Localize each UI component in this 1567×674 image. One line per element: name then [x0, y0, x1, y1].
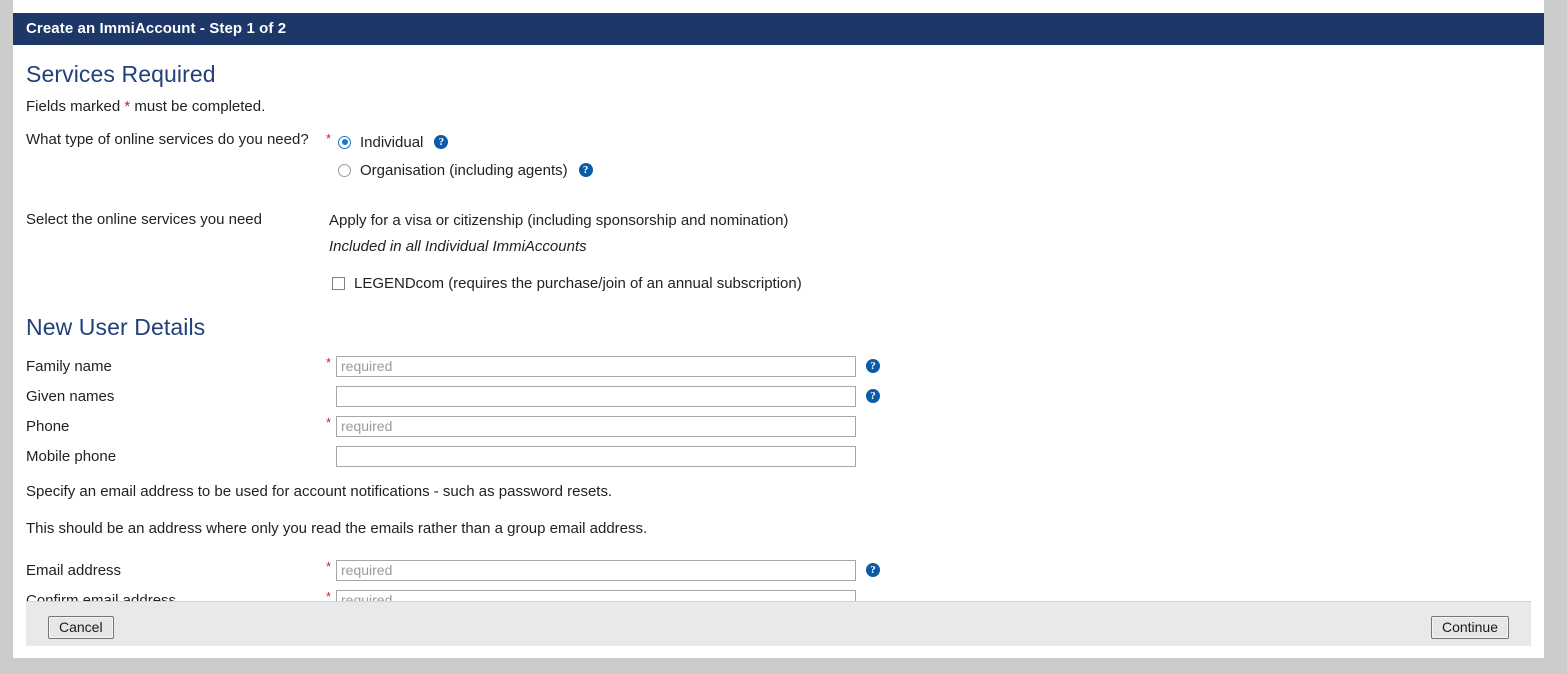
- help-question-icon[interactable]: ?: [434, 135, 449, 149]
- mobile-phone-label: Mobile phone: [26, 447, 117, 465]
- phone-input[interactable]: [336, 415, 856, 437]
- window-title-bar: Create an ImmiAccount - Step 1 of 2: [13, 13, 1544, 45]
- email-note-primary: Specify an email address to be used for …: [26, 483, 613, 500]
- field-row-given-names: Given names ?: [26, 381, 1531, 411]
- service-type-options: * Individual ? Organisation (including a…: [326, 129, 1531, 183]
- online-services-row: Select the online services you need Appl…: [26, 209, 1531, 292]
- phone-required-star: *: [326, 414, 332, 430]
- legendcom-checkbox-row[interactable]: LEGENDcom (requires the purchase/join of…: [329, 275, 1531, 292]
- help-question-icon[interactable]: ?: [578, 163, 593, 177]
- service-type-label: What type of online services do you need…: [26, 131, 309, 148]
- given-names-label: Given names: [26, 387, 115, 405]
- mobile-phone-input[interactable]: [336, 445, 856, 467]
- legendcom-checkbox-label: LEGENDcom (requires the purchase/join of…: [354, 275, 802, 292]
- family-name-label: Family name: [26, 357, 112, 375]
- family-name-help[interactable]: ?: [866, 359, 880, 373]
- cancel-button[interactable]: Cancel: [48, 616, 114, 639]
- radio-individual-control[interactable]: [338, 135, 351, 149]
- email-note-secondary: This should be an address where only you…: [26, 520, 648, 537]
- given-names-help[interactable]: ?: [866, 389, 880, 403]
- new-user-details-heading: New User Details: [26, 314, 206, 340]
- help-question-icon[interactable]: ?: [866, 359, 880, 373]
- radio-organisation-label: Organisation (including agents): [360, 161, 568, 179]
- included-service-note: Included in all Individual ImmiAccounts: [329, 238, 587, 255]
- family-name-required-star: *: [326, 354, 332, 370]
- field-row-family-name: Family name * ?: [26, 351, 1531, 381]
- form-footer: Cancel Continue: [26, 602, 1531, 646]
- service-type-required-star: *: [326, 131, 332, 146]
- radio-option-organisation[interactable]: Organisation (including agents) ?: [326, 157, 1531, 183]
- online-services-values: Apply for a visa or citizenship (includi…: [326, 209, 1531, 292]
- family-name-input[interactable]: [336, 355, 856, 377]
- help-question-icon[interactable]: ?: [866, 389, 880, 403]
- continue-button[interactable]: Continue: [1430, 616, 1509, 639]
- services-required-heading: Services Required: [26, 61, 216, 87]
- phone-label: Phone: [26, 417, 70, 435]
- radio-individual-label: Individual: [360, 133, 424, 151]
- page-surface: Create an ImmiAccount - Step 1 of 2 Serv…: [13, 0, 1544, 658]
- email-address-help[interactable]: ?: [866, 563, 880, 577]
- field-row-phone: Phone *: [26, 411, 1531, 441]
- radio-organisation-control[interactable]: [338, 163, 351, 177]
- service-type-row: What type of online services do you need…: [26, 129, 1531, 183]
- included-service-text: Apply for a visa or citizenship (includi…: [329, 212, 789, 229]
- required-note-prefix: Fields marked: [26, 98, 125, 115]
- legendcom-checkbox-control[interactable]: [332, 277, 345, 290]
- email-address-input[interactable]: [336, 559, 856, 581]
- email-address-label: Email address: [26, 561, 122, 579]
- required-fields-note: Fields marked * must be completed.: [26, 98, 1531, 115]
- online-services-label: Select the online services you need: [26, 211, 262, 228]
- field-row-email-address: Email address * ?: [26, 555, 1531, 585]
- email-address-required-star: *: [326, 558, 332, 574]
- given-names-input[interactable]: [336, 385, 856, 407]
- field-row-mobile-phone: Mobile phone: [26, 441, 1531, 471]
- required-note-suffix: must be completed.: [130, 98, 266, 115]
- page-title: Create an ImmiAccount - Step 1 of 2: [26, 20, 287, 37]
- help-question-icon[interactable]: ?: [866, 563, 880, 577]
- form-content: Services Required Fields marked * must b…: [13, 45, 1544, 615]
- radio-option-individual[interactable]: * Individual ?: [326, 129, 1531, 155]
